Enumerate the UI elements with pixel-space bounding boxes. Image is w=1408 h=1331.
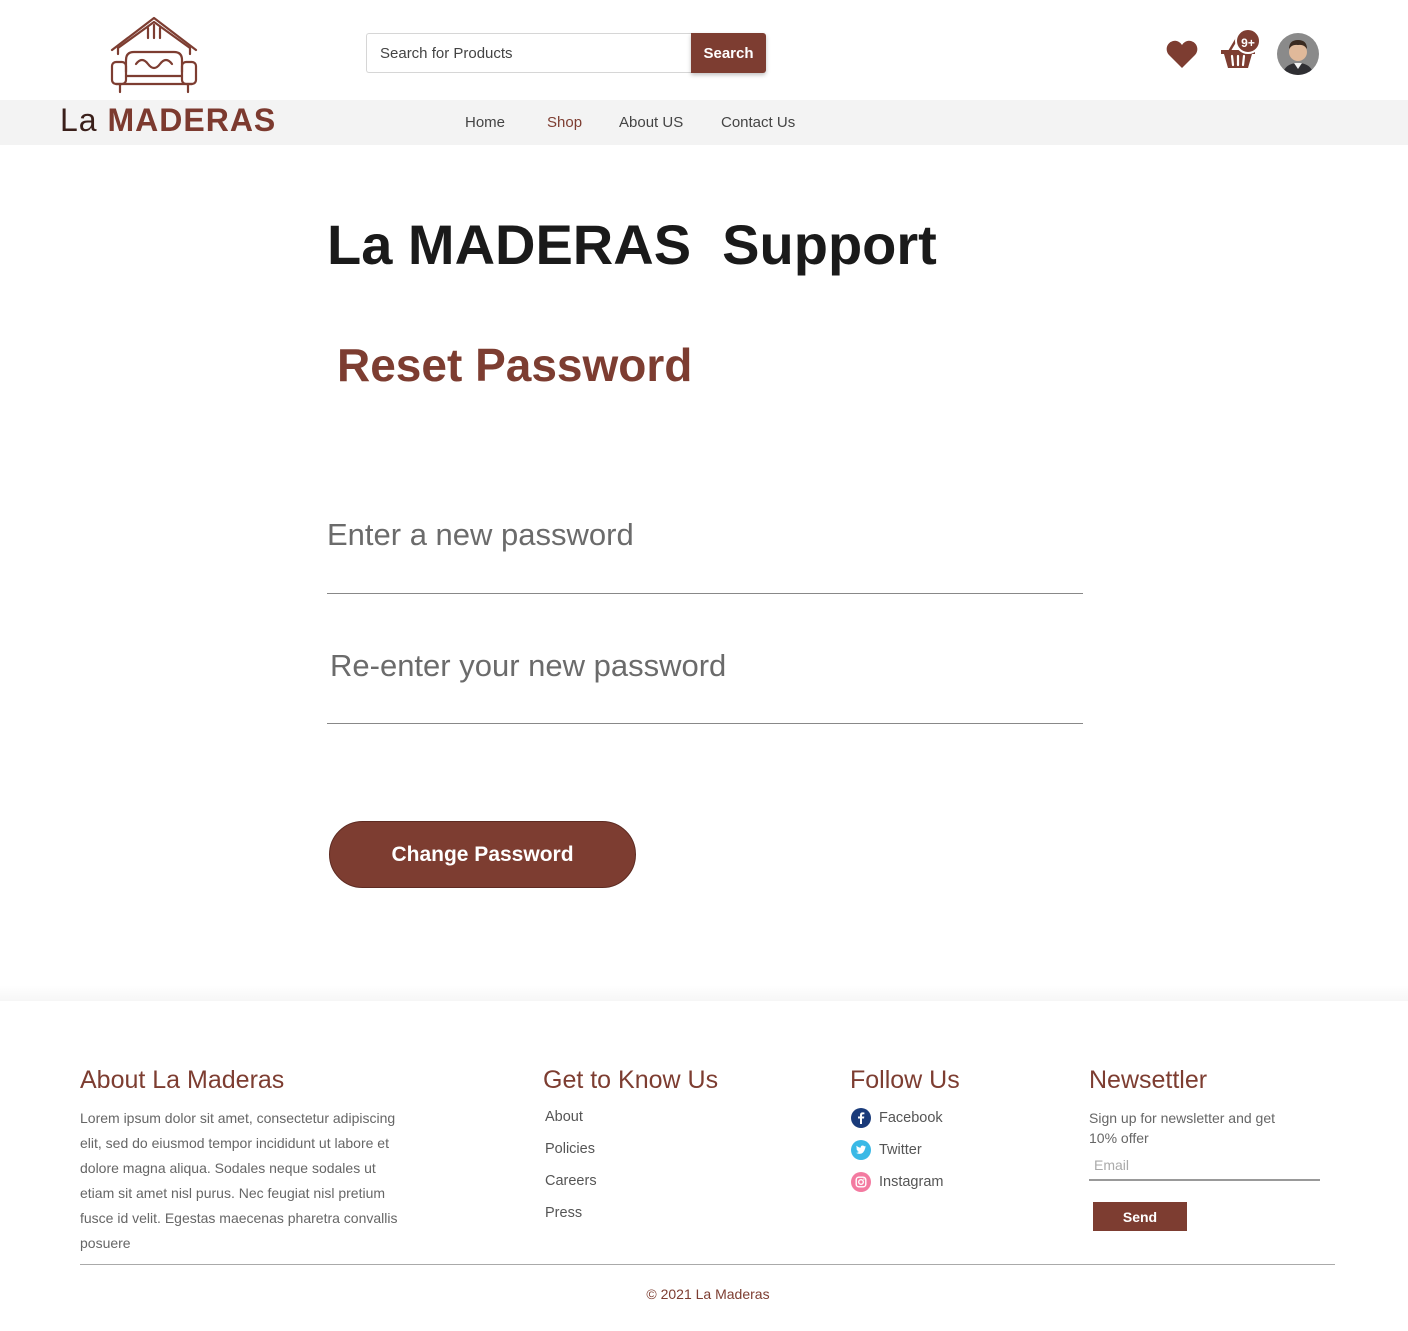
footer-social-twitter[interactable]: Twitter (851, 1140, 922, 1160)
footer-link-about[interactable]: About (545, 1109, 583, 1125)
logo-wordmark: La MADERAS (60, 102, 276, 139)
sofa-logo-icon (110, 16, 198, 94)
footer-divider (80, 1264, 1335, 1265)
nav-contact-us[interactable]: Contact Us (721, 114, 795, 131)
reset-password-heading: Reset Password (337, 339, 693, 391)
footer-about-title: About La Maderas (80, 1066, 285, 1094)
facebook-icon (851, 1108, 871, 1128)
footer-social-instagram[interactable]: Instagram (851, 1172, 943, 1192)
cart-count-badge: 9+ (1235, 28, 1261, 54)
logo-prefix: La (60, 102, 98, 138)
title-brand: MADERAS (407, 213, 692, 276)
user-avatar-icon (1277, 33, 1319, 75)
search-bar: Search (366, 33, 766, 73)
newsletter-send-button[interactable]: Send (1093, 1202, 1187, 1231)
footer-social-facebook[interactable]: Facebook (851, 1108, 943, 1128)
change-password-button[interactable]: Change Password (329, 821, 636, 888)
new-password-field (327, 505, 1083, 595)
footer-follow-title: Follow Us (850, 1066, 960, 1094)
title-prefix: La (327, 213, 393, 276)
footer-newsletter-title: Newsettler (1089, 1066, 1208, 1094)
footer-link-careers[interactable]: Careers (545, 1173, 597, 1189)
logo[interactable]: La MADERAS (58, 14, 275, 138)
title-suffix: Support (722, 213, 937, 276)
twitter-label: Twitter (879, 1142, 922, 1158)
twitter-icon (851, 1140, 871, 1160)
instagram-label: Instagram (879, 1174, 944, 1190)
newsletter-email-input[interactable] (1089, 1150, 1320, 1181)
avatar[interactable] (1277, 33, 1319, 75)
nav-about-us[interactable]: About US (619, 114, 683, 131)
footer-link-press[interactable]: Press (545, 1205, 582, 1221)
confirm-password-input[interactable] (327, 636, 1083, 724)
heart-icon[interactable] (1166, 39, 1198, 69)
newsletter-description: Sign up for newsletter and get 10% offer (1089, 1110, 1276, 1146)
copyright: © 2021 La Maderas (646, 1286, 770, 1302)
search-input[interactable] (366, 33, 692, 73)
page-title: La MADERAS Support (327, 212, 937, 277)
nav-shop[interactable]: Shop (547, 114, 582, 131)
new-password-input[interactable] (327, 505, 1083, 594)
footer-about-text: Lorem ipsum dolor sit amet, consectetur … (80, 1110, 398, 1251)
footer-divider-shadow (0, 985, 1408, 1001)
facebook-label: Facebook (879, 1110, 943, 1126)
search-button[interactable]: Search (691, 33, 766, 73)
instagram-icon (851, 1172, 871, 1192)
nav-home[interactable]: Home (465, 114, 505, 131)
footer-link-policies[interactable]: Policies (545, 1141, 595, 1157)
logo-name: MADERAS (107, 102, 277, 138)
footer-know-us-title: Get to Know Us (543, 1066, 719, 1094)
confirm-password-field (327, 636, 1083, 725)
